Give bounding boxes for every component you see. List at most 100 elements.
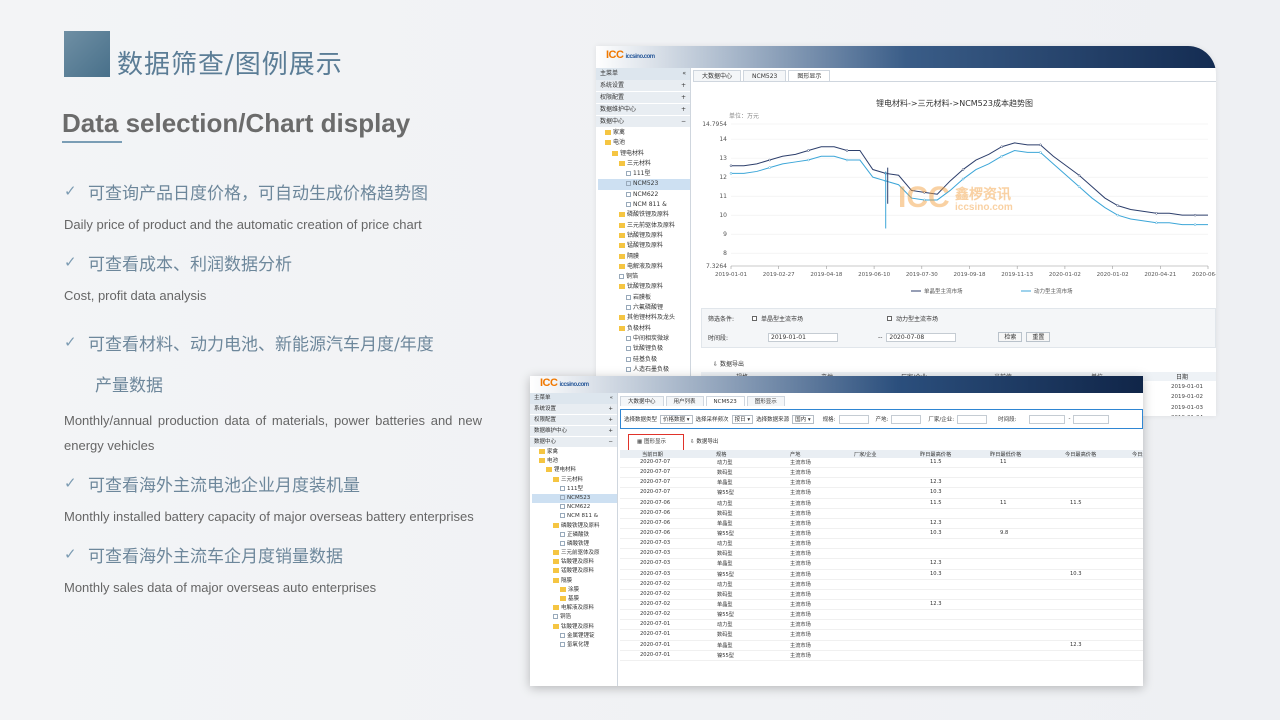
tree-item[interactable]: 111型: [598, 169, 690, 179]
tree-item[interactable]: 六氟磷酸锂: [598, 303, 690, 313]
table-row[interactable]: 2020-07-02 数码型 主流市场: [620, 590, 1143, 600]
frequency-select[interactable]: 按日 ▾: [731, 414, 754, 424]
table-row[interactable]: 2020-07-01 动力型 主流市场: [620, 620, 1143, 631]
tree-item[interactable]: 其他锂材料及龙头: [598, 313, 690, 323]
tree-item[interactable]: NCM 811 &: [532, 512, 617, 521]
tree-item[interactable]: 氢氧化锂: [532, 641, 617, 650]
tab-item[interactable]: 用户列表: [665, 396, 704, 406]
tree-item[interactable]: 家禽: [598, 128, 690, 138]
expand-icon[interactable]: +: [608, 426, 613, 436]
sidebar-menu-item[interactable]: 权限配置 +: [530, 415, 617, 426]
sidebar-menu-item[interactable]: 数据中心 −: [596, 116, 690, 128]
tab-item[interactable]: 大数据中心: [693, 70, 742, 81]
tree-item[interactable]: NCM 811 &: [598, 200, 690, 210]
tree-item[interactable]: 电解液及原料: [532, 604, 617, 613]
tree-item[interactable]: 基膜: [532, 595, 617, 604]
checkbox-power[interactable]: [887, 316, 893, 321]
tree-item[interactable]: 钛酸锂负极: [598, 344, 690, 354]
tree-item[interactable]: NCM622: [532, 503, 617, 512]
tree-item[interactable]: 三元材料: [532, 476, 617, 485]
checkbox-single-crystal[interactable]: [752, 316, 758, 321]
table-row[interactable]: 2020-07-07 数码型 主流市场: [620, 468, 1143, 479]
tree-item[interactable]: 电池: [532, 457, 617, 466]
tab-item[interactable]: 图形显示: [746, 396, 785, 406]
table-row[interactable]: 2020-07-03 动力型 主流市场: [620, 539, 1143, 550]
tree-item[interactable]: 锰酸锂及原料: [598, 241, 690, 251]
reset-button[interactable]: 重置: [1026, 332, 1051, 342]
tree-item[interactable]: 家禽: [532, 448, 617, 457]
sidebar-menu-item[interactable]: 数据维护中心 +: [596, 104, 690, 116]
date-from-input[interactable]: 2019-01-01: [768, 332, 839, 342]
expand-icon[interactable]: +: [681, 104, 686, 115]
expand-icon[interactable]: −: [608, 437, 613, 447]
tree-item[interactable]: 电解液及原料: [598, 262, 690, 272]
source-select[interactable]: 国内 ▾: [792, 414, 814, 424]
tree-item[interactable]: 三元前驱体及原料: [598, 221, 690, 231]
table-row[interactable]: 2020-07-01 数码型 主流市场: [620, 630, 1143, 641]
tree-item[interactable]: 电池: [598, 138, 690, 148]
tab-item[interactable]: NCM523: [743, 70, 787, 81]
table-row[interactable]: 2020-07-02 单晶型 主流市场 12.3: [620, 600, 1143, 611]
tree-item[interactable]: 人造石墨负极: [598, 365, 690, 375]
collapse-icon[interactable]: «: [682, 68, 686, 80]
table-row[interactable]: 2020-07-02 镍55型 主流市场: [620, 610, 1143, 621]
expand-icon[interactable]: +: [681, 92, 686, 103]
tree-item[interactable]: 111型: [532, 485, 617, 494]
table-row[interactable]: 2020-07-03 单晶型 主流市场 12.3: [620, 559, 1143, 570]
tree-item[interactable]: 锂电材料: [532, 466, 617, 475]
expand-icon[interactable]: +: [608, 415, 613, 425]
tree-item[interactable]: 锂电材料: [598, 149, 690, 159]
tree-item[interactable]: 钴酸锂及原料: [598, 231, 690, 241]
table-row[interactable]: 2020-07-07 镍55型 主流市场 10.3: [620, 488, 1143, 499]
tab-item[interactable]: 大数据中心: [620, 396, 664, 406]
search-button[interactable]: 检索: [998, 332, 1023, 342]
tab-item[interactable]: NCM523: [705, 396, 745, 406]
tree-item[interactable]: 隔膜: [598, 252, 690, 262]
tree-item[interactable]: 负极材料: [598, 324, 690, 334]
chart-display-button[interactable]: ▦ 图形显示: [628, 434, 684, 451]
tree-item[interactable]: 钛酸锂及原料: [532, 623, 617, 632]
expand-icon[interactable]: +: [681, 80, 686, 91]
table-row[interactable]: 2020-07-06 数码型 主流市场: [620, 509, 1143, 519]
tree-item[interactable]: 磷酸铁锂: [532, 540, 617, 549]
tree-item[interactable]: 硅基负极: [598, 355, 690, 365]
table-row[interactable]: 2020-07-03 镍55型 主流市场 10.3 10.3: [620, 570, 1143, 580]
tree-item[interactable]: 中间相炭微球: [598, 334, 690, 344]
expand-icon[interactable]: −: [681, 116, 686, 127]
spec-input[interactable]: [838, 414, 869, 424]
tree-item[interactable]: 隔膜: [532, 577, 617, 586]
tree-item[interactable]: 三元材料: [598, 159, 690, 169]
sidebar-menu-item[interactable]: 数据维护中心 +: [530, 426, 617, 437]
origin-input[interactable]: [891, 414, 922, 424]
sidebar-menu-item[interactable]: 数据中心 −: [530, 437, 617, 448]
tree-item[interactable]: 磷酸铁锂及原料: [532, 522, 617, 531]
sidebar-menu-item[interactable]: 系统设置 +: [596, 80, 690, 92]
tree-item[interactable]: 铜箔: [598, 272, 690, 282]
tree-item[interactable]: 钛酸锂及原料: [598, 282, 690, 292]
tree-item[interactable]: NCM523: [598, 179, 690, 190]
tree-item[interactable]: 磷酸铁锂及原料: [598, 210, 690, 220]
tree-item[interactable]: NCM622: [598, 190, 690, 200]
table-row[interactable]: 2020-07-06 镍55型 主流市场 10.3 9.8: [620, 529, 1143, 540]
tree-item[interactable]: 岩膜板: [598, 293, 690, 303]
sidebar-menu-item[interactable]: 权限配置 +: [596, 92, 690, 104]
table-row[interactable]: 2020-07-02 动力型 主流市场: [620, 580, 1143, 590]
expand-icon[interactable]: +: [608, 404, 613, 414]
table-row[interactable]: 2020-07-06 动力型 主流市场 11.5 11 11.5: [620, 499, 1143, 509]
table-row[interactable]: 2020-07-07 动力型 主流市场 11.5 11: [620, 458, 1143, 469]
data-type-select[interactable]: 价格数据 ▾: [660, 414, 693, 424]
tree-item[interactable]: 涂膜: [532, 586, 617, 595]
date-from-input[interactable]: [1029, 414, 1066, 424]
sidebar-menu-item[interactable]: 系统设置 +: [530, 404, 617, 415]
tree-item[interactable]: NCM523: [532, 493, 617, 504]
export-button[interactable]: ⇩ 数据导出: [690, 437, 718, 445]
table-row[interactable]: 2020-07-03 数码型 主流市场: [620, 549, 1143, 560]
export-button[interactable]: ⇩ 数据导出: [701, 360, 1216, 370]
tree-item[interactable]: 钴酸锂及原料: [532, 558, 617, 567]
table-row[interactable]: 2020-07-01 镍55型 主流市场: [620, 651, 1143, 661]
collapse-icon[interactable]: «: [610, 393, 613, 404]
tree-item[interactable]: 三元前驱体及原: [532, 549, 617, 558]
company-input[interactable]: [957, 414, 988, 424]
tree-item[interactable]: 锰酸锂及原料: [532, 567, 617, 576]
date-to-input[interactable]: [1073, 414, 1110, 424]
